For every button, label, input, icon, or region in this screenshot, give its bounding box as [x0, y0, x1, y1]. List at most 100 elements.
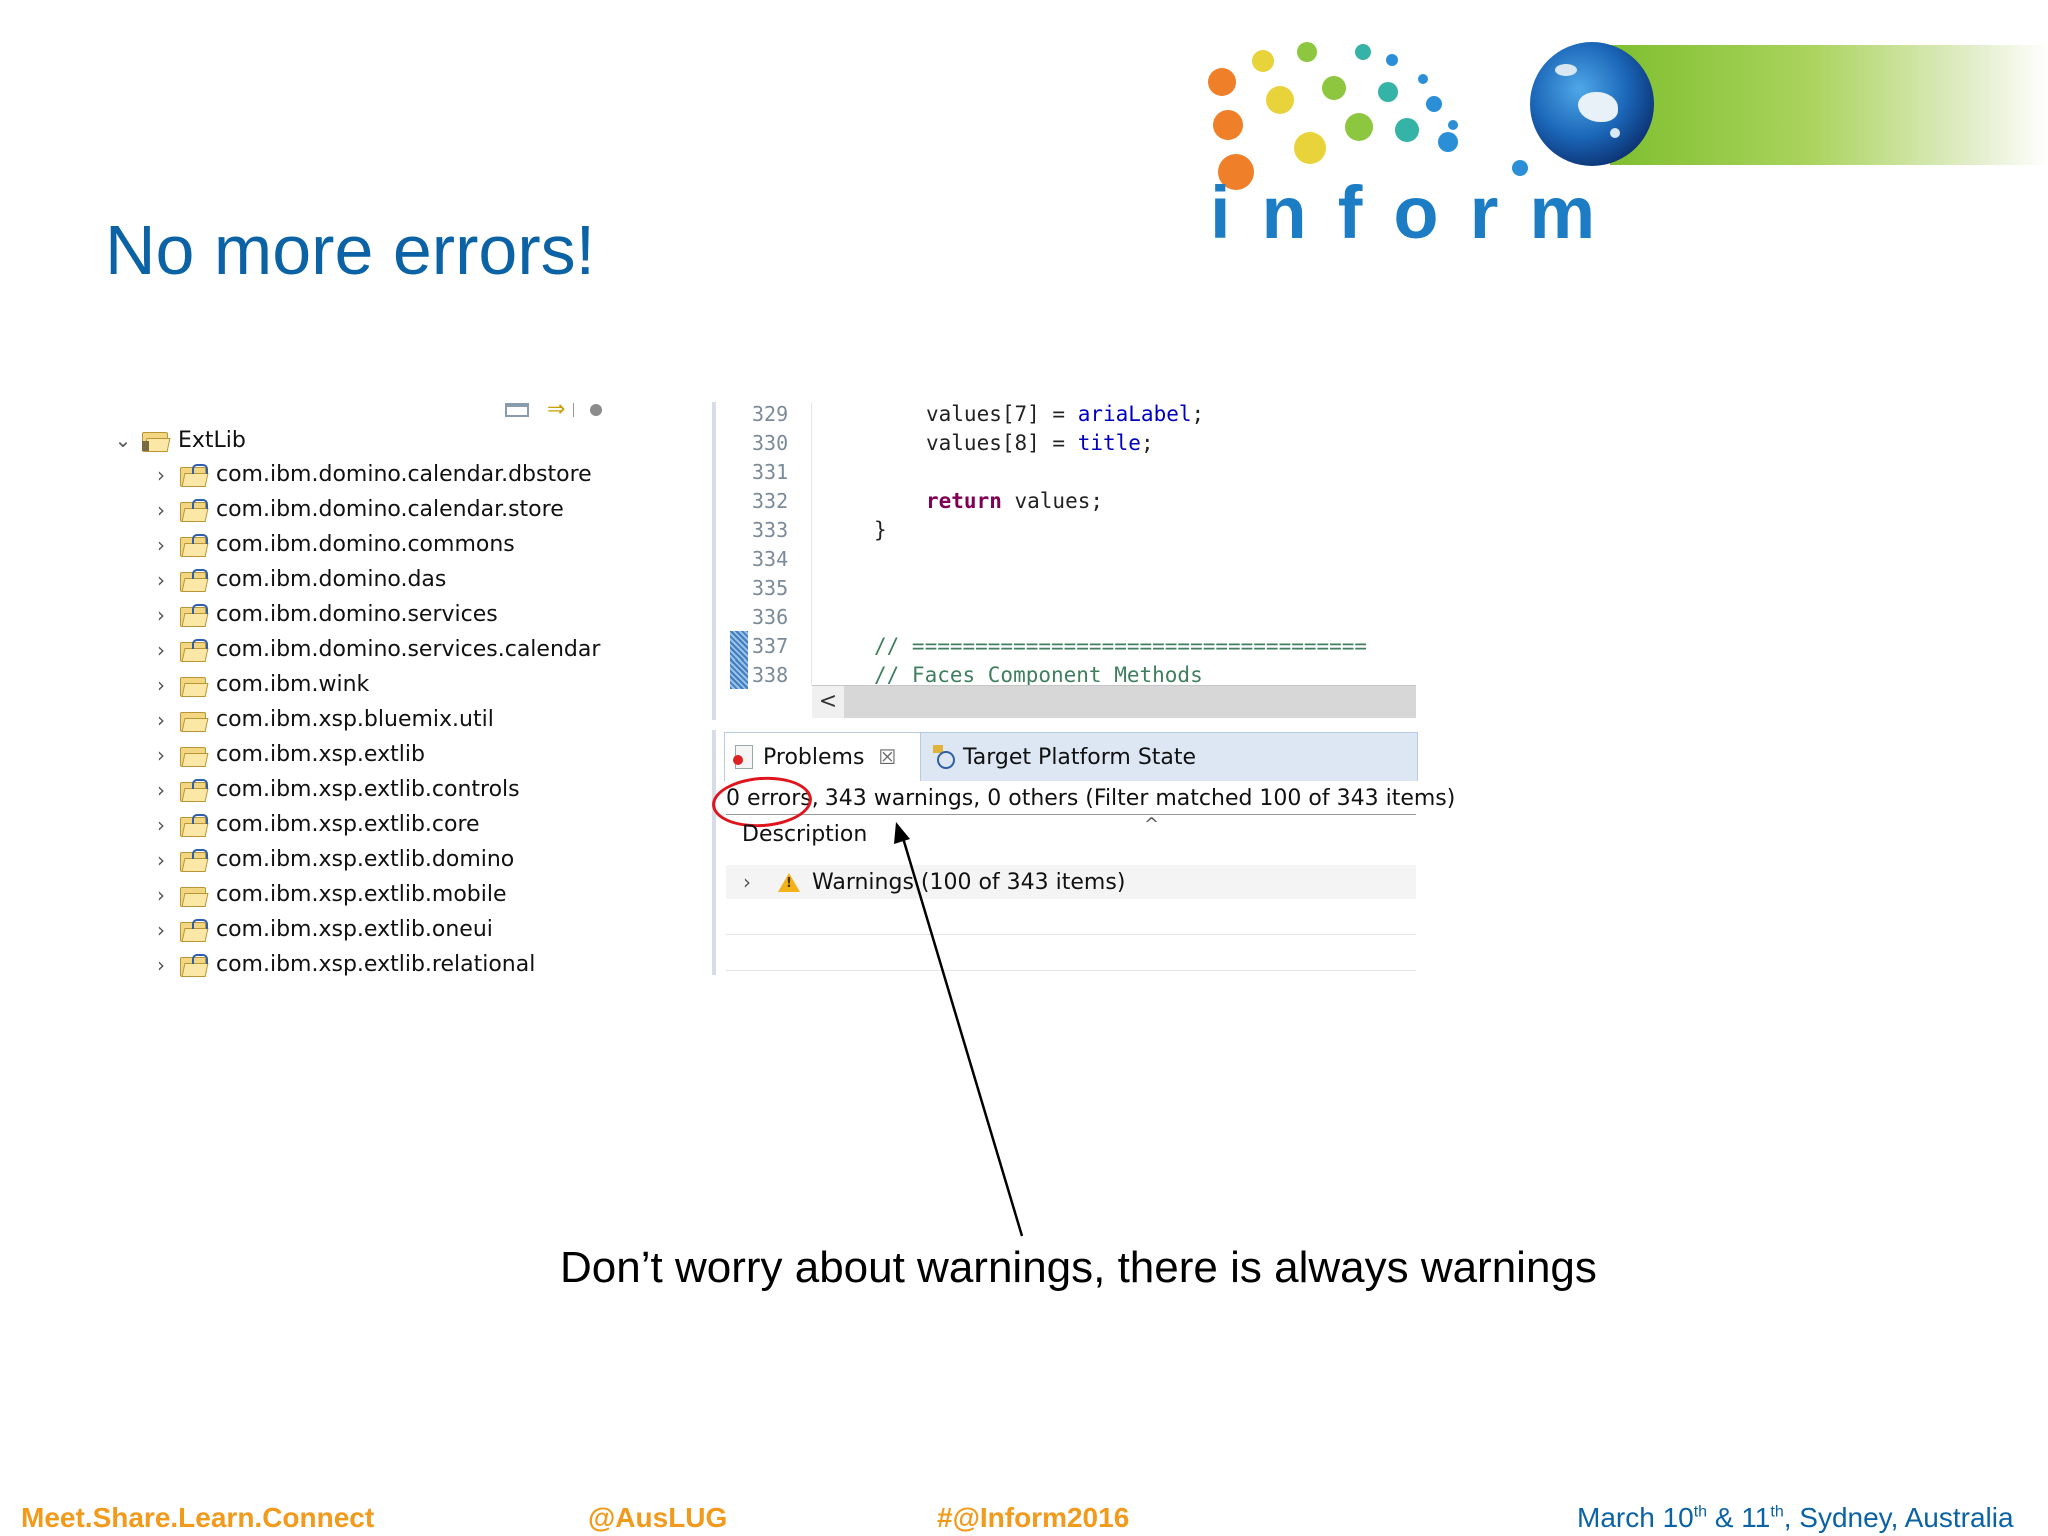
target-platform-icon: [933, 745, 955, 769]
scroll-left-arrow-icon[interactable]: <: [812, 686, 844, 718]
errors-count: 0 errors,: [710, 773, 825, 830]
tree-children: › com.ibm.domino.calendar.dbstore › com.ib…: [148, 457, 600, 982]
inform-logo: inform: [1190, 30, 2048, 260]
logo-dot: [1378, 82, 1398, 102]
chevron-right-icon[interactable]: ›: [148, 638, 174, 662]
tree-item-label: com.ibm.domino.services.calendar: [216, 637, 601, 662]
code-line: values[7] = ariaLabel;: [926, 402, 1205, 426]
logo-dot: [1322, 76, 1346, 100]
project-folder-icon: [180, 709, 209, 732]
line-number: 337: [752, 634, 789, 658]
logo-dot: [1252, 50, 1274, 72]
warning-icon: [778, 872, 800, 892]
collapse-all-icon[interactable]: [505, 402, 529, 417]
tree-item[interactable]: › com.ibm.domino.das: [148, 562, 600, 597]
tree-item[interactable]: › com.ibm.domino.services: [148, 597, 600, 632]
slide-title: No more errors!: [105, 211, 596, 289]
close-icon[interactable]: ☒: [878, 745, 896, 769]
tree-item[interactable]: › com.ibm.xsp.extlib.domino: [148, 842, 600, 877]
chevron-right-icon[interactable]: ›: [148, 743, 174, 767]
line-number: 333: [752, 518, 789, 542]
code-editor[interactable]: 329 330 331 332 333 334 335 336 337 338 …: [712, 402, 1416, 720]
line-number: 334: [752, 547, 789, 571]
logo-dot: [1386, 54, 1398, 66]
tree-item[interactable]: › com.ibm.domino.calendar.dbstore: [148, 457, 600, 492]
plugin-project-icon: [180, 813, 209, 837]
sort-indicator-icon[interactable]: ^: [1144, 814, 1159, 835]
tree-item-label: com.ibm.domino.calendar.dbstore: [216, 462, 592, 487]
tree-item-label: com.ibm.xsp.extlib.mobile: [216, 882, 507, 907]
project-folder-icon: [180, 884, 209, 907]
tree-item-label: com.ibm.xsp.extlib.relational: [216, 952, 536, 977]
logo-green-band: [1610, 45, 2048, 165]
column-header-description[interactable]: Description: [742, 822, 867, 847]
chevron-right-icon[interactable]: ›: [148, 463, 174, 487]
warnings-summary: 343 warnings, 0 others (Filter matched 1…: [824, 785, 1456, 811]
tree-item[interactable]: › com.ibm.xsp.extlib.oneui: [148, 912, 600, 947]
problems-icon: [733, 745, 755, 769]
row-separator: [726, 934, 1416, 935]
tab-problems-label: Problems: [763, 744, 865, 770]
tree-item-label: com.ibm.wink: [216, 672, 370, 697]
chevron-right-icon[interactable]: ›: [148, 603, 174, 627]
tab-problems[interactable]: Problems ☒: [725, 733, 921, 781]
tree-item-label: com.ibm.xsp.extlib: [216, 742, 425, 767]
problems-view: Problems ☒ Target Platform State 0 error…: [710, 730, 1455, 975]
chevron-right-icon[interactable]: ›: [148, 848, 174, 872]
tree-item[interactable]: › com.ibm.xsp.extlib.controls: [148, 772, 600, 807]
chevron-right-icon[interactable]: ›: [148, 498, 174, 522]
view-tab-bar: Problems ☒ Target Platform State: [724, 732, 1418, 781]
tree-item[interactable]: › com.ibm.domino.services.calendar: [148, 632, 600, 667]
plugin-project-icon: [180, 918, 209, 942]
horizontal-scrollbar[interactable]: <: [812, 685, 1416, 718]
plugin-project-icon: [180, 603, 209, 627]
chevron-right-icon[interactable]: ›: [734, 870, 760, 894]
chevron-right-icon[interactable]: ›: [148, 778, 174, 802]
tree-item-label: com.ibm.domino.calendar.store: [216, 497, 564, 522]
logo-dot: [1438, 132, 1458, 152]
plugin-project-icon: [180, 638, 209, 662]
tree-item[interactable]: › com.ibm.xsp.extlib.relational: [148, 947, 600, 982]
tree-item-label: com.ibm.xsp.extlib.core: [216, 812, 480, 837]
logo-dot: [1208, 68, 1236, 96]
chevron-right-icon[interactable]: ›: [148, 673, 174, 697]
chevron-right-icon[interactable]: ›: [148, 953, 174, 977]
chevron-right-icon[interactable]: ›: [148, 533, 174, 557]
tree-item[interactable]: › com.ibm.wink: [148, 667, 600, 702]
plugin-project-icon: [180, 778, 209, 802]
logo-wordmark: inform: [1210, 171, 1627, 254]
tree-item[interactable]: › com.ibm.xsp.extlib.mobile: [148, 877, 600, 912]
chevron-right-icon[interactable]: ›: [148, 918, 174, 942]
tree-item[interactable]: › com.ibm.xsp.bluemix.util: [148, 702, 600, 737]
tree-item[interactable]: › com.ibm.domino.calendar.store: [148, 492, 600, 527]
chevron-down-icon[interactable]: ⌄: [110, 428, 136, 452]
code-line: values[8] = title;: [926, 431, 1154, 455]
logo-dot: [1213, 110, 1243, 140]
tree-item-label: com.ibm.domino.das: [216, 567, 447, 592]
warnings-group-row[interactable]: › Warnings (100 of 343 items): [726, 865, 1416, 899]
tab-target-label: Target Platform State: [963, 744, 1197, 770]
project-folder-icon: [180, 744, 209, 767]
change-marker: [730, 631, 748, 660]
chevron-right-icon[interactable]: ›: [148, 568, 174, 592]
plugin-project-icon: [180, 533, 209, 557]
logo-dot: [1448, 120, 1458, 130]
plugin-project-icon: [180, 953, 209, 977]
problems-summary: 0 errors, 343 warnings, 0 others (Filter…: [710, 773, 1455, 830]
row-separator: [726, 970, 1416, 971]
tab-target-platform-state[interactable]: Target Platform State: [921, 733, 1196, 781]
change-marker: [730, 660, 748, 689]
tree-item[interactable]: › com.ibm.xsp.extlib.core: [148, 807, 600, 842]
chevron-right-icon[interactable]: ›: [148, 708, 174, 732]
link-editor-icon[interactable]: ⇒: [547, 397, 565, 422]
tree-item[interactable]: › com.ibm.xsp.extlib: [148, 737, 600, 772]
chevron-right-icon[interactable]: ›: [148, 813, 174, 837]
plugin-project-icon: [180, 848, 209, 872]
code-comment: // ====================================: [874, 634, 1368, 658]
tree-root-extlib[interactable]: ⌄ ExtLib: [110, 425, 246, 455]
view-menu-icon[interactable]: [590, 403, 603, 416]
tree-item[interactable]: › com.ibm.domino.commons: [148, 527, 600, 562]
chevron-right-icon[interactable]: ›: [148, 883, 174, 907]
tree-item-label: com.ibm.xsp.extlib.oneui: [216, 917, 493, 942]
logo-dot: [1294, 132, 1326, 164]
